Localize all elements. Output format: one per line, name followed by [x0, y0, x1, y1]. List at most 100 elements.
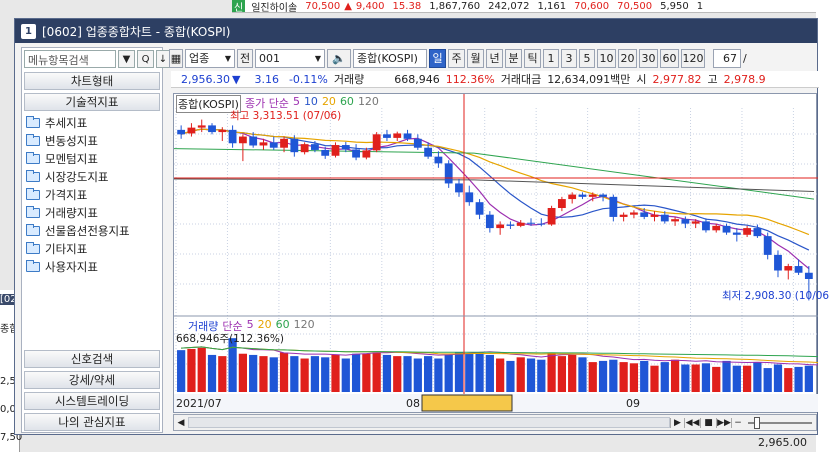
folder-label: 가격지표: [45, 187, 88, 202]
section-technical-indicators[interactable]: 기술적지표: [24, 93, 160, 111]
minute-30-button[interactable]: 30: [639, 48, 658, 68]
candle-body: [300, 144, 309, 153]
all-button[interactable]: 전: [237, 48, 253, 68]
folder-icon: [26, 133, 40, 146]
folder-icon: [26, 151, 40, 164]
my-indicators-button[interactable]: 나의 관심지표: [24, 413, 160, 431]
legend-ma60: 60: [339, 95, 354, 108]
candle-body: [609, 196, 618, 217]
minute-5-button[interactable]: 5: [579, 48, 595, 68]
search-dropdown-button[interactable]: ▼: [118, 50, 135, 68]
candle-body: [681, 219, 690, 224]
period-day-button[interactable]: 일: [429, 48, 446, 68]
folder-icon: [26, 205, 40, 218]
ticker-name[interactable]: 일진하이솔: [247, 0, 301, 13]
volume-bar: [269, 357, 278, 392]
volume-bar: [465, 353, 474, 392]
range-selector-handle[interactable]: [421, 394, 513, 412]
folder-price[interactable]: 가격지표: [26, 186, 87, 203]
sector-type-select[interactable]: 업종 ▼: [185, 48, 235, 68]
scroll-right-icon[interactable]: ▶: [670, 417, 684, 428]
grid-icon[interactable]: ▦: [169, 48, 183, 68]
volume-bar: [557, 356, 567, 392]
scroll-left-icon[interactable]: ◀: [174, 418, 188, 428]
folder-market-strength[interactable]: 시장강도지표: [26, 168, 108, 185]
system-trading-button[interactable]: 시스템트레이딩: [24, 392, 160, 410]
info-volume-label: 거래량: [333, 73, 365, 86]
volume-bar: [279, 352, 289, 392]
page-separator: /: [743, 51, 747, 65]
folder-volatility[interactable]: 변동성지표: [26, 132, 98, 149]
folder-etc[interactable]: 기타지표: [26, 240, 87, 257]
info-volume-rate: 112.36%: [445, 72, 495, 86]
candle-body: [496, 224, 505, 229]
price-volume-chart[interactable]: [174, 94, 818, 414]
candle-body: [557, 199, 566, 208]
volume-bar: [238, 353, 248, 392]
fast-forward-icon[interactable]: ▶▶: [716, 417, 732, 428]
code-input[interactable]: 001 ▼: [255, 48, 325, 68]
candle-body: [372, 134, 381, 151]
strength-weakness-button[interactable]: 강세/약세: [24, 371, 160, 389]
max-price-label: 최고 3,313.51 (07/06): [230, 110, 342, 122]
section-chart-type[interactable]: 차트형태: [24, 72, 160, 90]
menu-search-input[interactable]: 메뉴항목검색: [24, 50, 116, 68]
volume-series: [177, 338, 813, 392]
folder-volume[interactable]: 거래량지표: [26, 204, 98, 221]
minute-120-button[interactable]: 120: [681, 48, 705, 68]
candle-body: [269, 142, 278, 148]
ticker-v6: 5,950: [660, 0, 689, 12]
move-down-button[interactable]: ↓: [156, 50, 170, 68]
info-rate: -0.11%: [288, 72, 328, 86]
volume-bar: [454, 352, 464, 392]
volume-bar: [403, 356, 412, 392]
folder-futures-options[interactable]: 선물옵션전용지표: [26, 222, 130, 239]
candle-body: [578, 194, 587, 197]
volume-bar: [218, 356, 227, 392]
candle-body: [660, 214, 669, 222]
horizontal-scrollbar[interactable]: [188, 417, 670, 428]
candle-body: [506, 224, 515, 226]
minute-60-button[interactable]: 60: [660, 48, 679, 68]
volume-bar: [197, 347, 206, 392]
signal-search-button[interactable]: 신호검색: [24, 350, 160, 368]
minute-10-button[interactable]: 10: [597, 48, 616, 68]
search-button[interactable]: Q: [137, 50, 154, 68]
ticker-volume: 1,867,760: [429, 0, 481, 12]
period-month-button[interactable]: 월: [467, 48, 484, 68]
period-minute-button[interactable]: 분: [505, 48, 522, 68]
folder-user[interactable]: 사용자지표: [26, 258, 98, 275]
folder-icon: [26, 115, 40, 128]
rewind-icon[interactable]: ◀◀: [684, 417, 700, 428]
candle-body: [475, 202, 484, 215]
candle-body: [413, 138, 422, 148]
volume-bar: [753, 362, 762, 392]
candle-body: [383, 134, 391, 138]
volume-bar: [187, 348, 196, 392]
minute-20-button[interactable]: 20: [618, 48, 637, 68]
speaker-icon[interactable]: 🔈: [327, 48, 351, 68]
stop-icon[interactable]: ■: [700, 417, 716, 428]
page-input[interactable]: 67: [713, 48, 741, 68]
vol-legend-ma120: 120: [293, 318, 315, 331]
zoom-slider-thumb[interactable]: [754, 416, 760, 429]
candle-body: [753, 228, 762, 237]
minute-1-button[interactable]: 1: [543, 48, 559, 68]
candle-body: [311, 144, 319, 150]
chart-area[interactable]: 종합(KOSPI) 종가 단순 5 10 20 60 120 최고 3,313.…: [173, 93, 829, 414]
period-week-button[interactable]: 주: [448, 48, 465, 68]
folder-momentum[interactable]: 모멘텀지표: [26, 150, 98, 167]
minute-3-button[interactable]: 3: [561, 48, 577, 68]
period-tick-button[interactable]: 틱: [524, 48, 541, 68]
sector-name-field: 종합(KOSPI): [353, 48, 427, 68]
window-title: [0602] 업종종합차트 - 종합(KOSPI): [42, 24, 231, 39]
title-bar[interactable]: 1 [0602] 업종종합차트 - 종합(KOSPI): [15, 19, 817, 43]
folder-trend[interactable]: 추세지표: [26, 114, 87, 131]
zoom-out-icon[interactable]: −: [732, 418, 744, 428]
period-year-button[interactable]: 년: [486, 48, 503, 68]
candle-body: [712, 225, 721, 231]
min-price-label: 최저 2,908.30 (10/06: [722, 290, 830, 302]
volume-bar: [588, 362, 597, 392]
zoom-slider[interactable]: [748, 416, 812, 429]
volume-bar: [207, 354, 217, 392]
